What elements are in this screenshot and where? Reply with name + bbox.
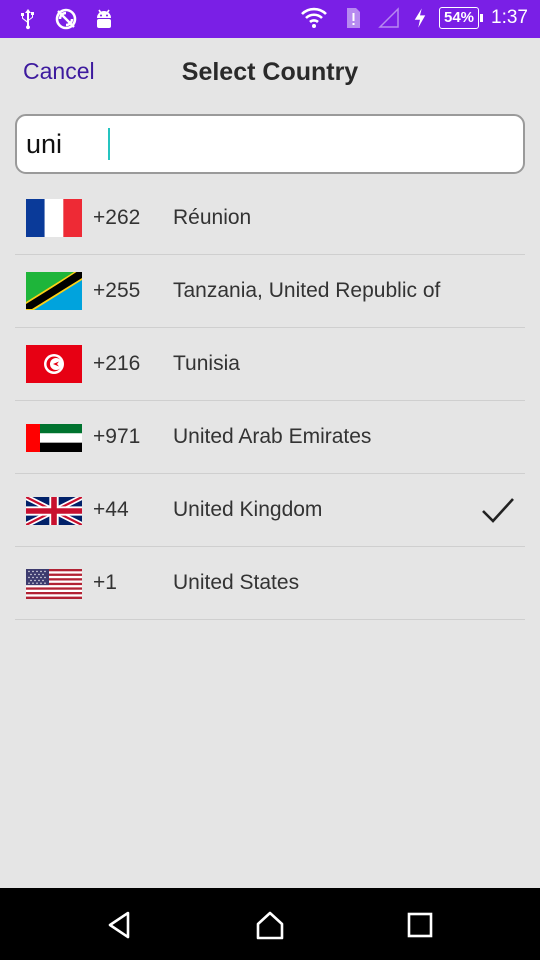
sync-off-icon — [55, 8, 77, 30]
country-name: United States — [173, 571, 300, 594]
country-list: +262 Réunion +255 Tanzania, United Repub… — [15, 182, 525, 620]
search-box[interactable] — [15, 114, 525, 174]
country-name: United Arab Emirates — [173, 425, 372, 448]
country-row-tanzania[interactable]: +255 Tanzania, United Republic of — [15, 255, 525, 328]
country-name: Tanzania, United Republic of — [173, 279, 441, 302]
navigation-bar — [0, 888, 540, 960]
country-code: +262 — [93, 206, 141, 229]
back-icon[interactable] — [104, 909, 136, 941]
status-bar: 54% 1:37 — [0, 0, 540, 38]
country-code: +44 — [93, 498, 129, 521]
header: Select Country Cancel — [0, 38, 540, 110]
country-name: Réunion — [173, 206, 252, 229]
flag-france-icon — [26, 199, 82, 237]
country-code: +216 — [93, 352, 141, 375]
status-clock: 1:37 — [491, 7, 528, 28]
country-name: United Kingdom — [173, 498, 323, 521]
country-row-reunion[interactable]: +262 Réunion — [15, 182, 525, 255]
battery-level: 54% — [438, 7, 484, 29]
country-row-tunisia[interactable]: +216 Tunisia — [15, 328, 525, 401]
recents-icon[interactable] — [404, 909, 436, 941]
android-icon — [97, 9, 111, 28]
country-code: +255 — [93, 279, 141, 302]
country-code: +1 — [93, 571, 117, 594]
search-input[interactable] — [26, 128, 108, 160]
flag-us-icon — [26, 569, 82, 599]
signal-icon — [378, 7, 399, 28]
home-icon[interactable] — [254, 909, 286, 941]
usb-icon — [21, 9, 34, 30]
flag-uae-icon — [26, 424, 82, 452]
text-cursor — [108, 128, 110, 160]
flag-tunisia-icon — [26, 345, 82, 383]
checkmark-icon — [482, 498, 514, 523]
country-name: Tunisia — [173, 352, 240, 375]
country-row-uae[interactable]: +971 United Arab Emirates — [15, 401, 525, 474]
country-code: +971 — [93, 425, 141, 448]
charging-icon — [414, 8, 426, 28]
country-row-united-states[interactable]: +1 United States — [15, 547, 525, 620]
cancel-button[interactable]: Cancel — [23, 58, 95, 85]
wifi-icon — [301, 7, 327, 28]
flag-uk-icon — [26, 497, 82, 525]
sim-alert-icon — [346, 8, 360, 28]
country-row-united-kingdom[interactable]: +44 United Kingdom — [15, 474, 525, 547]
flag-tanzania-icon — [26, 272, 82, 310]
